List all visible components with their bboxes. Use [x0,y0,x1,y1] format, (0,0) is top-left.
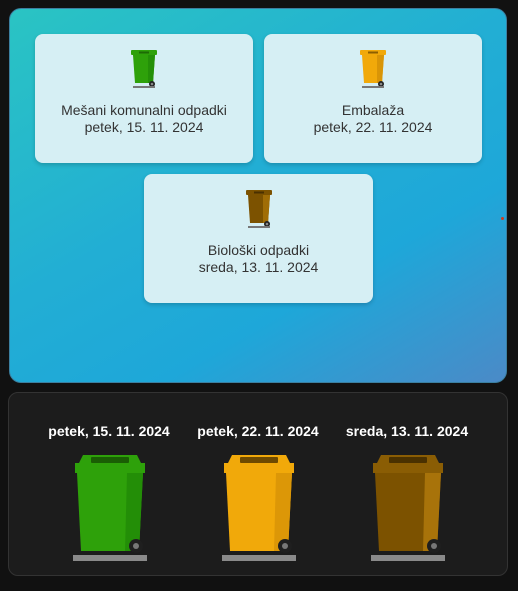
yellow-bin-icon [222,455,296,561]
tile-date-label: sreda, 13. 11. 2024 [198,259,319,275]
bin-column-mixed[interactable]: petek, 15. 11. 2024 [39,393,179,577]
green-bin-icon [131,50,157,88]
tile-packaging[interactable]: Embalaža petek, 22. 11. 2024 [264,34,482,163]
brown-bin-icon [245,190,272,228]
bin-date-label: petek, 15. 11. 2024 [48,423,170,439]
bin-date-label: petek, 22. 11. 2024 [197,423,319,439]
status-dot [501,217,504,220]
tile-type-label: Mešani komunalni odpadki [61,102,227,118]
tile-mixed-waste[interactable]: Mešani komunalni odpadki petek, 15. 11. … [35,34,253,163]
tile-biological-waste[interactable]: Biološki odpadki sreda, 13. 11. 2024 [144,174,373,303]
tile-type-label: Embalaža [341,102,405,118]
green-bin-icon [73,455,147,561]
tile-date-label: petek, 15. 11. 2024 [84,119,204,135]
bin-date-label: sreda, 13. 11. 2024 [345,423,469,439]
yellow-bin-icon [360,50,386,88]
brown-bin-icon [371,455,445,561]
bin-column-biological[interactable]: sreda, 13. 11. 2024 [337,393,477,577]
tile-type-label: Biološki odpadki [207,242,310,258]
tile-date-label: petek, 22. 11. 2024 [313,119,433,135]
waste-schedule-card: Mešani komunalni odpadki petek, 15. 11. … [9,8,507,383]
bin-column-packaging[interactable]: petek, 22. 11. 2024 [188,393,328,577]
waste-bins-card: petek, 15. 11. 2024 petek, 22. 11. 2024 … [8,392,508,576]
